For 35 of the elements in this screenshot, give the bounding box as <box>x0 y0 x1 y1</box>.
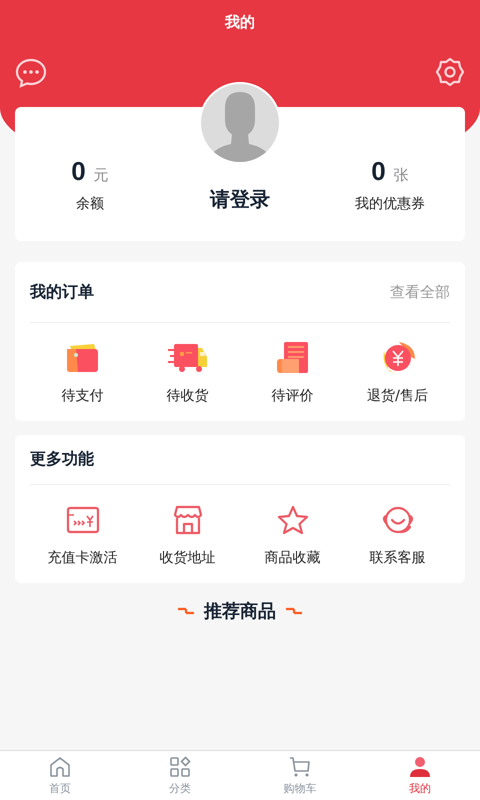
star-icon <box>276 505 308 535</box>
stat-label[interactable]: 余额 <box>76 195 104 213</box>
home-icon <box>49 756 71 778</box>
menu-item[interactable]: 待收货 <box>166 387 208 405</box>
truck-icon <box>168 343 208 373</box>
recharge-card-icon <box>66 506 100 534</box>
menu-item[interactable]: 收货地址 <box>160 549 216 567</box>
section-title: 我的订单 <box>30 282 94 302</box>
grid-icon <box>169 756 191 778</box>
settings-icon[interactable] <box>435 57 465 87</box>
menu-item[interactable]: 充值卡激活 <box>48 549 118 567</box>
stat-unit: 元 <box>94 166 109 185</box>
recommend-title: 推荐商品 <box>204 600 276 623</box>
menu-item[interactable]: 商品收藏 <box>264 549 320 567</box>
tab[interactable]: 我的 <box>360 751 480 800</box>
page-title: 我的 <box>224 12 256 32</box>
decoration-icon <box>178 606 194 616</box>
receipt-icon <box>276 341 310 375</box>
stat-label[interactable]: 我的优惠券 <box>355 195 425 213</box>
stat-value: 0 <box>371 156 386 187</box>
menu-item[interactable]: 待支付 <box>62 387 104 405</box>
stat-unit: 张 <box>394 166 409 185</box>
wallet-icon <box>66 343 100 373</box>
message-icon[interactable] <box>15 57 47 89</box>
store-icon <box>172 505 202 535</box>
cart-icon <box>289 756 311 778</box>
section-title: 更多功能 <box>30 449 94 470</box>
person-icon <box>409 756 431 778</box>
menu-item[interactable]: 退货/售后 <box>367 387 428 405</box>
avatar-icon[interactable] <box>199 82 281 164</box>
menu-item[interactable]: 联系客服 <box>370 549 426 567</box>
stat-value: 0 <box>71 156 86 187</box>
login-link[interactable]: 请登录 <box>210 186 270 213</box>
menu-item[interactable]: 待评价 <box>272 387 314 405</box>
decoration-icon <box>286 606 302 616</box>
